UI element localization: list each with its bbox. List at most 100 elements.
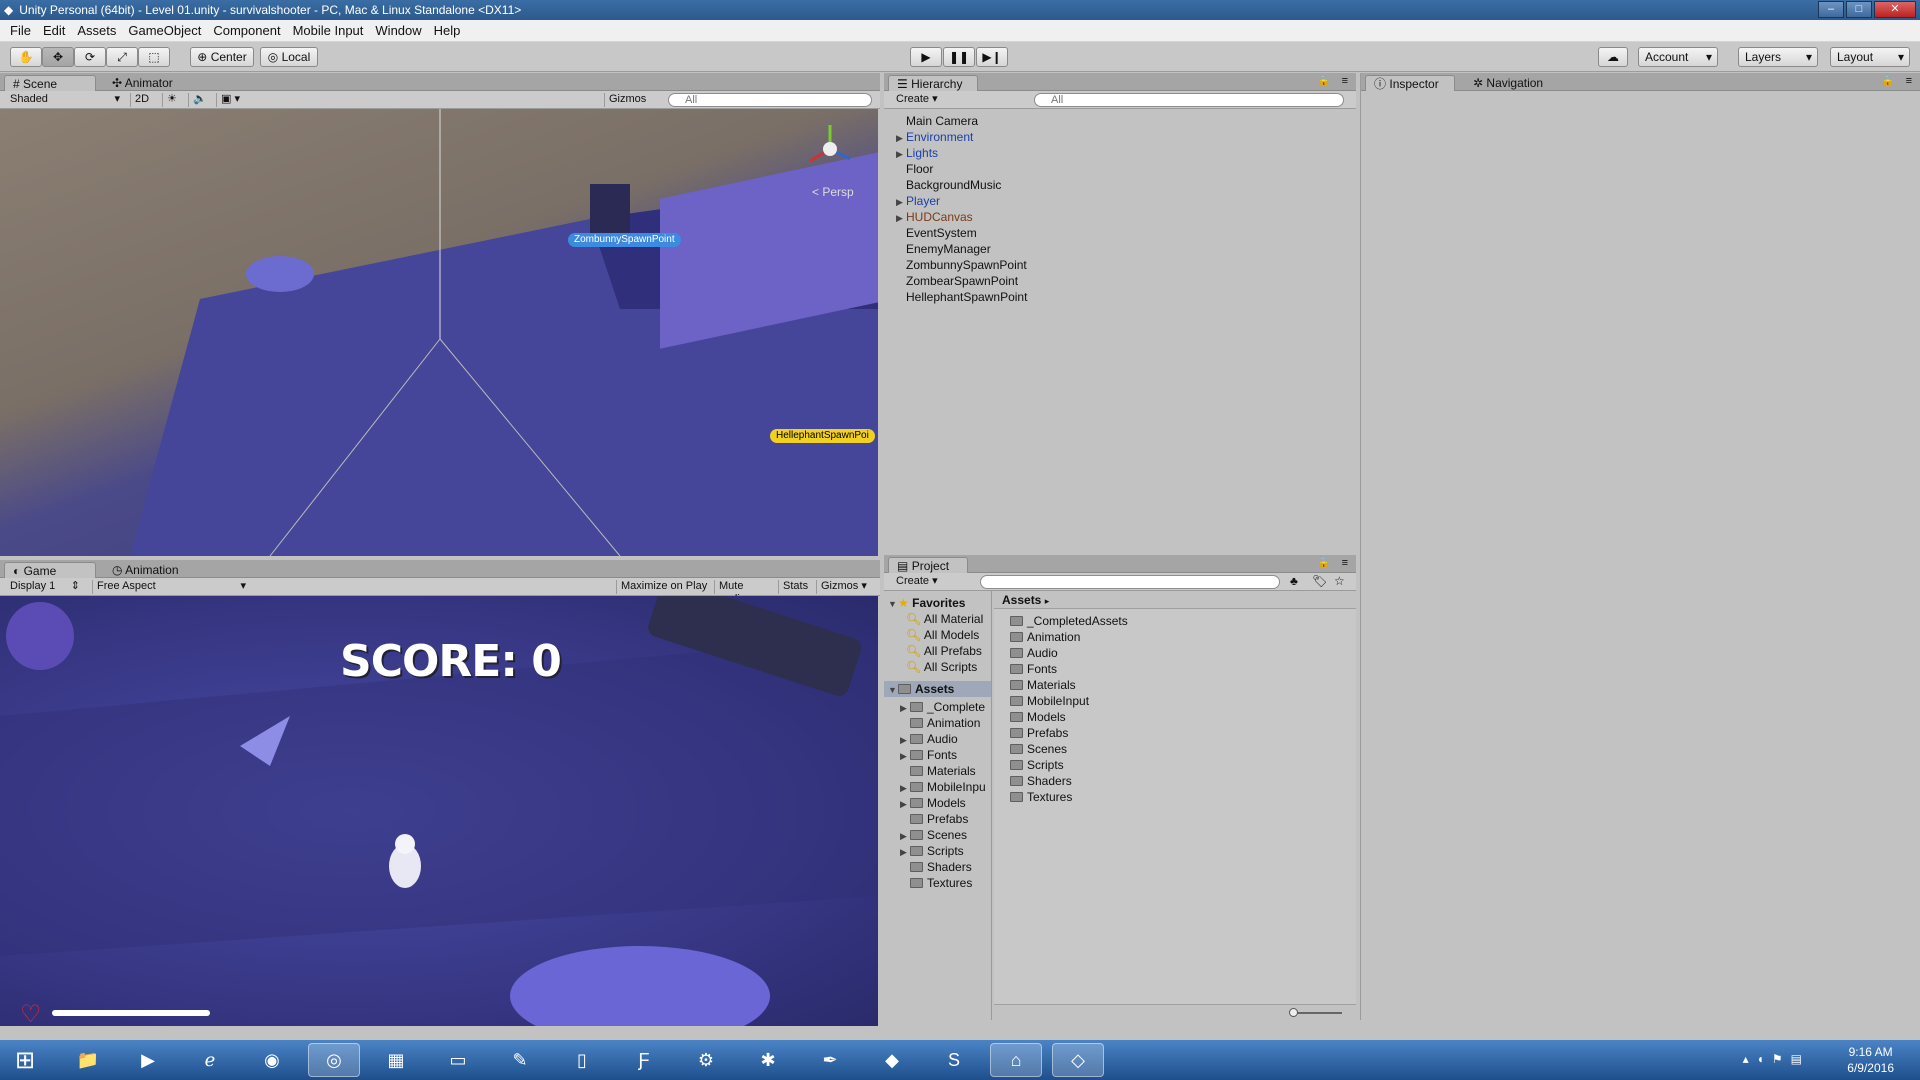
project-folder[interactable]: Fonts (1010, 661, 1057, 677)
hierarchy-search-input[interactable]: All (1034, 93, 1344, 107)
taskbar-explorer[interactable]: 📁 (62, 1043, 114, 1077)
effects-dropdown[interactable]: ▣ ▾ (216, 93, 248, 107)
start-button[interactable]: ⊞ (2, 1043, 48, 1077)
pivot-center-button[interactable]: ⊕ Center (190, 47, 254, 67)
favorite-item[interactable]: 🔍︎ All Prefabs (906, 643, 982, 659)
lock-icon[interactable]: 🔒 (1318, 558, 1330, 569)
hierarchy-item[interactable]: HellephantSpawnPoint (896, 289, 1027, 305)
tab-navigation[interactable]: ✲ Navigation (1465, 75, 1561, 91)
menu-file[interactable]: File (4, 23, 37, 38)
asset-folder-item[interactable]: Textures (900, 875, 972, 891)
spawn-point-label[interactable]: ZombunnySpawnPoint (568, 233, 681, 247)
asset-folder-item[interactable]: ▶ Scenes (900, 827, 967, 843)
taskbar-internet-explorer[interactable]: ℯ (184, 1043, 236, 1077)
asset-folder-item[interactable]: ▶ Scripts (900, 843, 964, 859)
close-button[interactable]: ✕ (1874, 1, 1916, 18)
tab-inspector[interactable]: ⓘ Inspector (1365, 75, 1455, 91)
hierarchy-item[interactable]: Floor (896, 161, 933, 177)
rect-tool-button[interactable]: ⬚ (138, 47, 170, 67)
project-folder[interactable]: MobileInput (1010, 693, 1089, 709)
asset-folder-item[interactable]: Shaders (900, 859, 972, 875)
taskbar-firefox[interactable]: ◉ (246, 1043, 298, 1077)
game-gizmos-dropdown[interactable]: Gizmos ▾ (816, 580, 872, 594)
zoom-slider-handle[interactable] (1289, 1008, 1298, 1017)
filter-type-icon[interactable]: ♣ (1290, 574, 1298, 588)
project-folder[interactable]: Prefabs (1010, 725, 1068, 741)
tab-project[interactable]: ▤ Project (888, 557, 968, 573)
layers-dropdown[interactable]: Layers ▾ (1738, 47, 1818, 67)
taskbar-notepad[interactable]: ✎ (494, 1043, 546, 1077)
filter-label-icon[interactable]: 🏷 (1312, 574, 1327, 588)
2d-toggle[interactable]: 2D (130, 93, 154, 107)
shading-mode-dropdown[interactable]: Shaded ▾ (6, 93, 124, 107)
project-search-input[interactable] (980, 575, 1280, 589)
taskbar-python[interactable]: ⚙ (680, 1043, 732, 1077)
layout-dropdown[interactable]: Layout ▾ (1830, 47, 1910, 67)
hierarchy-item[interactable]: EnemyManager (896, 241, 991, 257)
taskbar-android[interactable]: ⌂ (990, 1043, 1042, 1077)
hierarchy-item[interactable]: Main Camera (896, 113, 978, 129)
hierarchy-item[interactable]: ▶ Lights (896, 145, 938, 161)
expand-arrow-icon[interactable]: ▶ (896, 146, 906, 162)
gizmos-dropdown[interactable]: Gizmos ▾ (604, 93, 658, 118)
taskbar-clock[interactable]: 9:16 AM 6/9/2016 (1847, 1044, 1894, 1076)
taskbar-files[interactable]: ▯ (556, 1043, 608, 1077)
hierarchy-item[interactable]: ▶ Player (896, 193, 940, 209)
favorite-item[interactable]: 🔍︎ All Material (906, 611, 983, 627)
project-create-dropdown[interactable]: Create ▾ (892, 575, 942, 589)
asset-folder-item[interactable]: Materials (900, 763, 976, 779)
tab-game[interactable]: ◐ Game (4, 562, 96, 578)
step-button[interactable]: ▶❙ (976, 47, 1008, 67)
taskbar-terminal[interactable]: ▭ (432, 1043, 484, 1077)
lighting-toggle[interactable]: ☀ (162, 93, 182, 107)
project-folder[interactable]: _CompletedAssets (1010, 613, 1128, 629)
tab-animation[interactable]: ◷ Animation (104, 562, 204, 578)
panel-menu-icon[interactable]: ≡ (1906, 75, 1912, 87)
asset-folder-item[interactable]: ▶ Models (900, 795, 966, 811)
asset-folder-item[interactable]: ▶ _Complete (900, 699, 985, 715)
menu-assets[interactable]: Assets (71, 23, 122, 38)
scene-search-input[interactable]: All (668, 93, 872, 107)
aspect-dropdown[interactable]: Free Aspect ▾ (92, 580, 250, 594)
stats-toggle[interactable]: Stats (778, 580, 812, 594)
zoom-slider[interactable] (1289, 1008, 1342, 1017)
panel-menu-icon[interactable]: ≡ (1342, 75, 1348, 87)
project-folder[interactable]: Scenes (1010, 741, 1067, 757)
pivot-local-button[interactable]: ◎ Local (260, 47, 318, 67)
asset-folder-item[interactable]: ▶ Fonts (900, 747, 957, 763)
tab-animator[interactable]: ✣ Animator (104, 75, 194, 91)
taskbar-git[interactable]: ◆ (866, 1043, 918, 1077)
asset-folder-item[interactable]: Prefabs (900, 811, 968, 827)
expand-arrow-icon[interactable]: ▶ (900, 732, 910, 748)
taskbar-sublime[interactable]: S (928, 1043, 980, 1077)
minimize-button[interactable]: – (1818, 1, 1844, 18)
taskbar-apps[interactable]: ▦ (370, 1043, 422, 1077)
project-folder[interactable]: Materials (1010, 677, 1076, 693)
project-folder[interactable]: Audio (1010, 645, 1058, 661)
expand-arrow-icon[interactable]: ▶ (900, 700, 910, 716)
mute-audio-toggle[interactable]: Mute audio (714, 580, 776, 605)
maximize-button[interactable]: □ (1846, 1, 1872, 18)
taskbar-unity[interactable]: ◇ (1052, 1043, 1104, 1077)
project-folder[interactable]: Animation (1010, 629, 1080, 645)
display-dropdown[interactable]: Display 1 ⇕ (6, 580, 84, 594)
hierarchy-item[interactable]: ▶ HUDCanvas (896, 209, 973, 225)
expand-arrow-icon[interactable]: ▶ (896, 130, 906, 146)
favorite-item[interactable]: 🔍︎ All Models (906, 627, 979, 643)
scale-tool-button[interactable]: ⤢ (106, 47, 138, 67)
system-tray[interactable]: ▴◖⚑▤ (1743, 1052, 1810, 1066)
expand-arrow-icon[interactable]: ▶ (900, 828, 910, 844)
favorites-header[interactable]: ▼★ Favorites (888, 595, 965, 611)
audio-toggle[interactable]: 🔈 (188, 93, 208, 107)
expand-arrow-icon[interactable]: ▶ (900, 780, 910, 796)
maximize-on-play-toggle[interactable]: Maximize on Play (616, 580, 712, 594)
asset-folder-item[interactable]: ▶ Audio (900, 731, 958, 747)
perspective-label[interactable]: < Persp (812, 185, 854, 199)
scene-gizmo[interactable] (809, 125, 851, 163)
menu-component[interactable]: Component (207, 23, 286, 38)
menu-help[interactable]: Help (428, 23, 467, 38)
asset-folder-item[interactable]: ▶ MobileInpu (900, 779, 986, 795)
assets-root[interactable]: ▼ Assets (884, 681, 991, 697)
hierarchy-item[interactable]: EventSystem (896, 225, 977, 241)
menu-edit[interactable]: Edit (37, 23, 71, 38)
